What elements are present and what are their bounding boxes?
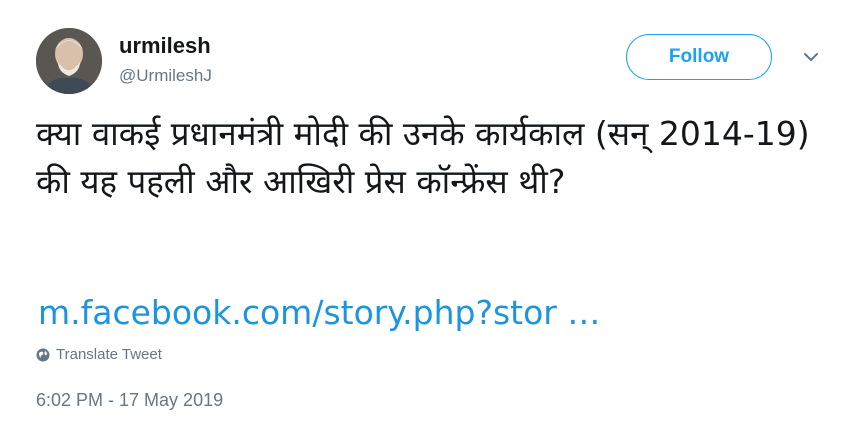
translate-tweet-button[interactable]: Translate Tweet — [36, 346, 162, 363]
follow-button[interactable]: Follow — [626, 34, 772, 80]
tweet-timestamp[interactable]: 6:02 PM - 17 May 2019 — [36, 390, 223, 411]
globe-icon — [36, 348, 50, 361]
display-name[interactable]: urmilesh — [119, 33, 211, 59]
avatar[interactable] — [36, 28, 102, 94]
translate-tweet-label: Translate Tweet — [56, 346, 162, 363]
tweet-text: क्या वाकई प्रधानमंत्री मोदी की उनके कार्… — [36, 114, 810, 201]
tweet-link[interactable]: m.facebook.com/story.php?stor … — [38, 293, 600, 332]
user-handle[interactable]: @UrmileshJ — [119, 66, 212, 86]
avatar-image — [36, 28, 102, 94]
chevron-down-icon[interactable] — [802, 50, 820, 64]
